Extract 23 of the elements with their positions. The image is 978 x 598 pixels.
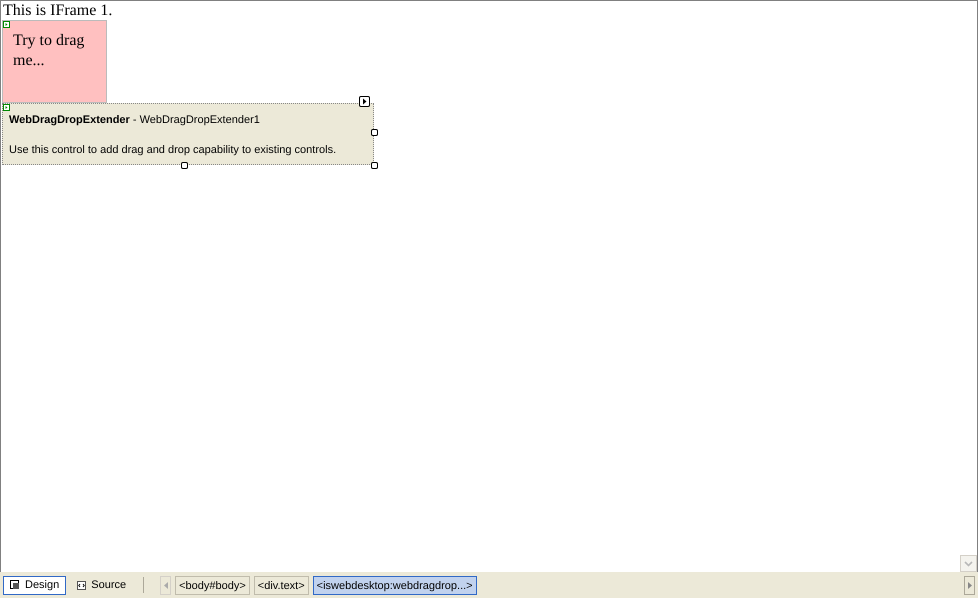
glyph-icon xyxy=(3,104,10,111)
resize-handle[interactable] xyxy=(371,129,378,136)
resize-handle[interactable] xyxy=(371,162,378,169)
triangle-right-icon xyxy=(968,582,972,588)
tag-breadcrumb[interactable]: <iswebdesktop:webdragdrop...> xyxy=(312,576,477,594)
extender-title: WebDragDropExtender - WebDragDropExtender1 xyxy=(9,113,261,128)
tag-breadcrumb[interactable]: <div.text> xyxy=(254,576,309,594)
source-view-icon xyxy=(77,580,86,590)
drag-panel[interactable]: Try to drag me... xyxy=(2,20,107,103)
extender-description: Use this control to add drag and drop capability to existing controls. xyxy=(9,142,338,158)
heading-text: This is IFrame 1. xyxy=(2,1,114,20)
extender-panel[interactable]: WebDragDropExtender - WebDragDropExtender1 Use this control to add drag and drop capability to existing controls. xyxy=(2,103,374,165)
view-tab[interactable]: Source xyxy=(70,576,134,594)
design-view-icon xyxy=(10,580,20,590)
glyph-icon xyxy=(3,21,10,28)
triangle-left-icon xyxy=(164,582,168,588)
smart-tag-icon[interactable] xyxy=(359,96,370,107)
drag-text: Try to drag me... xyxy=(13,32,84,69)
chevron-down-icon xyxy=(964,560,973,566)
view-tab[interactable]: Design xyxy=(3,576,66,594)
scroll-right-button[interactable] xyxy=(964,576,975,594)
resize-handle[interactable] xyxy=(181,162,188,169)
tag-breadcrumb[interactable]: <body#body> xyxy=(175,576,250,594)
